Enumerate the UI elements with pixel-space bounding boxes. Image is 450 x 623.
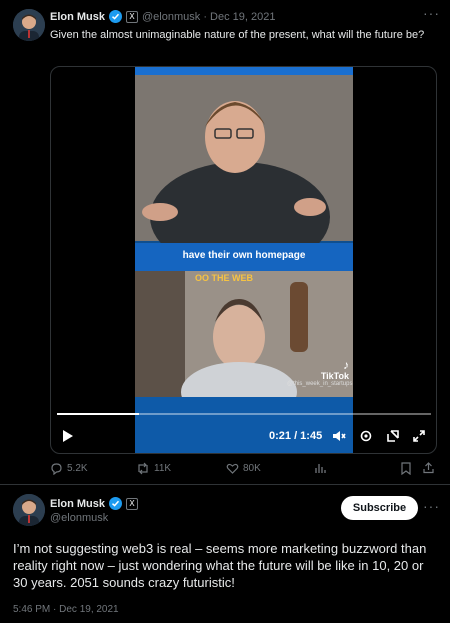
- tweet-timestamp[interactable]: 5:46 PM · Dec 19, 2021: [13, 604, 119, 615]
- avatar[interactable]: [13, 9, 45, 41]
- reply-button[interactable]: 5.2K: [50, 462, 88, 475]
- tweet-text: Given the almost unimaginable nature of …: [50, 29, 425, 41]
- tiktok-icon: ♪: [343, 358, 349, 372]
- reply-count: 5.2K: [67, 463, 88, 474]
- verified-badge-icon: [109, 10, 123, 23]
- video-time: 0:21 / 1:45: [269, 430, 323, 442]
- author-name[interactable]: Elon Musk: [50, 498, 105, 510]
- video-progress-track[interactable]: [57, 413, 431, 415]
- repost-count: 11K: [154, 463, 172, 474]
- video-caption: have their own homepage: [182, 250, 306, 261]
- reply-icon: [51, 463, 62, 475]
- tweet-text: I’m not suggesting web3 is real – seems …: [13, 541, 427, 590]
- like-count: 80K: [243, 463, 261, 474]
- tiktok-brand: TikTok: [320, 371, 349, 381]
- divider: [0, 484, 450, 485]
- mute-icon[interactable]: [332, 429, 346, 443]
- video-frame[interactable]: have their own homepage OO THE WEB ♪ Tik…: [135, 67, 353, 453]
- repost-icon: [138, 462, 148, 475]
- repost-button[interactable]: 11K: [136, 462, 171, 475]
- tiktok-watermark: ♪ TikTok @this_week_in_startups: [287, 358, 353, 387]
- bookmark-icon[interactable]: [400, 462, 412, 475]
- heart-icon: [226, 463, 239, 474]
- video-progress-fill: [57, 413, 140, 415]
- views-chart-icon[interactable]: [314, 462, 326, 474]
- picture-in-picture-icon[interactable]: [386, 429, 400, 443]
- x-affiliate-icon[interactable]: X: [126, 497, 139, 510]
- settings-gear-icon[interactable]: [359, 429, 373, 443]
- video-player[interactable]: have their own homepage OO THE WEB ♪ Tik…: [50, 66, 437, 454]
- video-top-text: OO THE WEB: [195, 273, 253, 283]
- play-icon[interactable]: [61, 429, 75, 443]
- author-handle[interactable]: @elonmusk: [50, 512, 108, 524]
- more-dots-icon[interactable]: ···: [423, 5, 440, 21]
- subscribe-button[interactable]: Subscribe: [341, 496, 418, 520]
- handle-and-date[interactable]: @elonmusk · Dec 19, 2021: [142, 11, 275, 23]
- tiktok-user: @this_week_in_startups: [287, 381, 353, 387]
- more-dots-icon[interactable]: ···: [423, 498, 440, 514]
- fullscreen-icon[interactable]: [412, 429, 426, 443]
- author-name[interactable]: Elon Musk: [50, 11, 105, 23]
- share-icon[interactable]: [422, 461, 435, 474]
- avatar[interactable]: [13, 494, 45, 526]
- verified-badge-icon: [109, 497, 123, 510]
- x-affiliate-icon[interactable]: X: [126, 10, 139, 23]
- like-button[interactable]: 80K: [226, 462, 261, 475]
